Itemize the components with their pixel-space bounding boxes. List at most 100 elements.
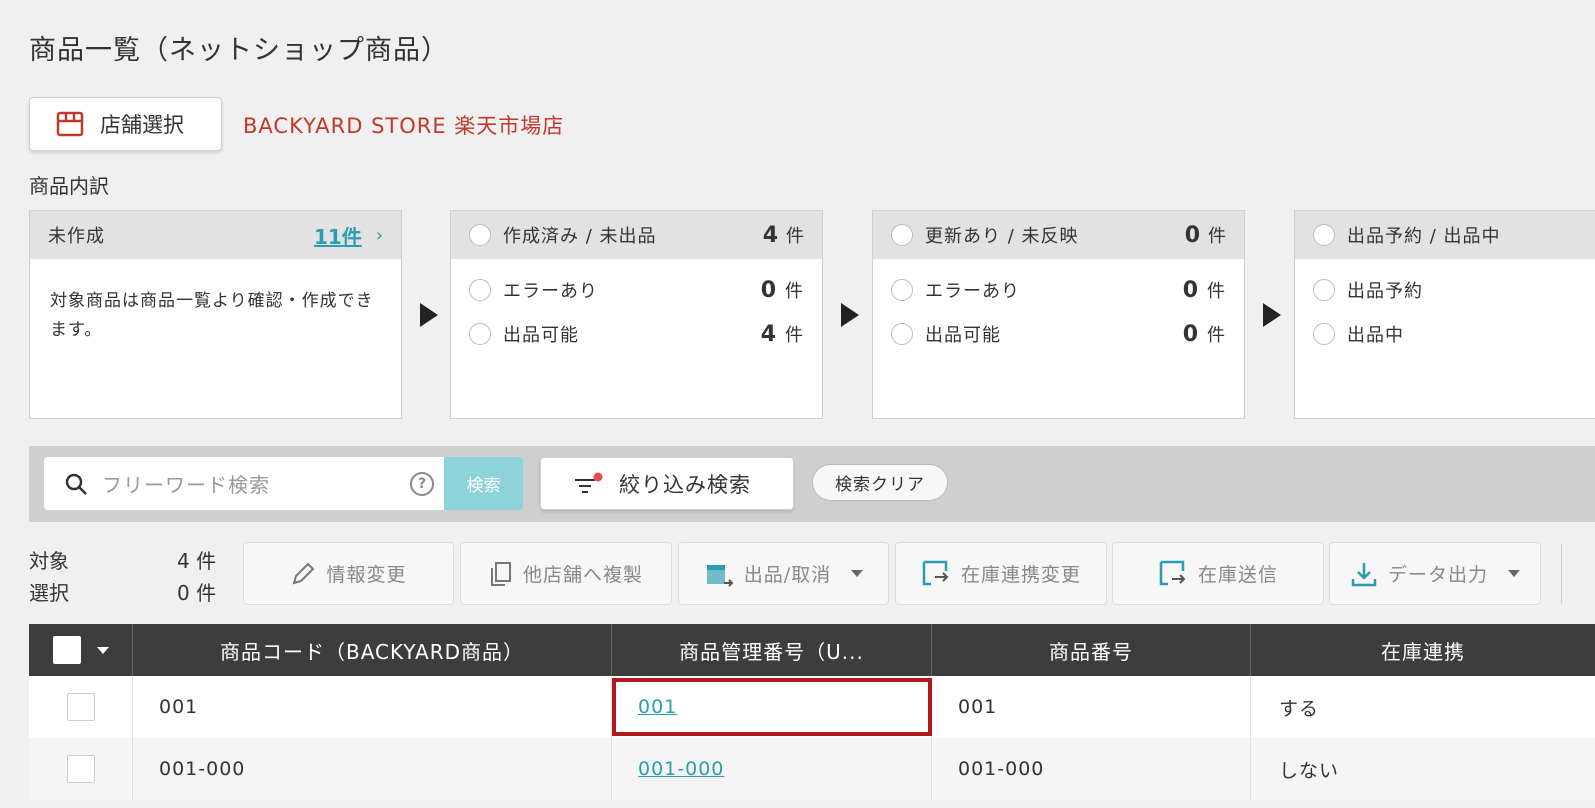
stock-link-cell: しない	[1279, 759, 1340, 782]
search-placeholder: フリーワード検索	[102, 473, 270, 497]
target-label: 対象	[29, 549, 69, 573]
row-label: 出品可能	[925, 325, 1001, 346]
card-count: 4	[762, 222, 778, 248]
product-number-cell: 001	[932, 676, 1251, 738]
store-select-label: 店舗選択	[100, 113, 184, 137]
row-checkbox-cell	[29, 738, 133, 800]
card-row-listed[interactable]: 出品中	[1295, 321, 1595, 347]
flow-arrow-icon	[1263, 303, 1281, 327]
filter-search-label: 絞り込み検索	[619, 472, 751, 497]
card-updated-unreflected: 更新あり / 未反映 0 件 エラーあり 0 件 出品可能 0 件	[872, 210, 1245, 419]
publish-cancel-button[interactable]: 出品/取消	[678, 542, 889, 605]
copy-to-store-button[interactable]: 他店舗へ複製	[460, 542, 672, 605]
row-radio[interactable]	[891, 323, 913, 345]
edit-info-button[interactable]: 情報変更	[243, 542, 454, 605]
row-checkbox[interactable]	[66, 693, 95, 721]
not-created-count-link[interactable]: 11件	[314, 221, 362, 250]
stock-send-label: 在庫送信	[1197, 564, 1278, 586]
card-row-error[interactable]: エラーあり 0 件	[873, 277, 1244, 303]
row-unit: 件	[785, 281, 804, 302]
store-select-button[interactable]: 店舗選択	[29, 97, 222, 151]
search-input[interactable]: フリーワード検索 ?	[44, 457, 444, 510]
caret-down-icon[interactable]	[96, 646, 109, 654]
card-count: 0	[1184, 222, 1200, 248]
row-checkbox-cell	[29, 676, 133, 738]
help-icon[interactable]: ?	[410, 471, 434, 496]
data-export-label: データ出力	[1387, 564, 1488, 586]
row-count: 0	[1182, 321, 1199, 347]
search-icon	[65, 473, 87, 495]
product-code-cell: 001-000	[133, 738, 612, 800]
chevron-down-icon	[1508, 570, 1520, 577]
breakdown-label: 商品内訳	[29, 174, 109, 198]
column-header-manage-number[interactable]: 商品管理番号（U...	[612, 624, 932, 676]
row-radio[interactable]	[469, 279, 491, 301]
card-updated-header[interactable]: 更新あり / 未反映 0 件	[873, 211, 1244, 259]
card-row-error[interactable]: エラーあり 0 件	[451, 277, 822, 303]
row-label: エラーあり	[925, 281, 1020, 302]
product-code-cell: 001	[133, 676, 612, 738]
row-count: 0	[760, 277, 777, 303]
row-radio[interactable]	[1313, 323, 1335, 345]
store-name: BACKYARD STORE 楽天市場店	[243, 114, 565, 138]
search-button[interactable]: 検索	[444, 457, 523, 510]
stock-link-change-button[interactable]: 在庫連携変更	[895, 542, 1107, 605]
card-reserved-header[interactable]: 出品予約 / 出品中	[1295, 211, 1595, 259]
card-created-unlisted-header[interactable]: 作成済み / 未出品 4 件	[451, 211, 822, 259]
column-header-product-code[interactable]: 商品コード（BACKYARD商品）	[133, 624, 612, 676]
download-icon	[1351, 562, 1377, 586]
row-radio[interactable]	[1313, 279, 1335, 301]
row-unit: 件	[1207, 281, 1226, 302]
chevron-right-icon[interactable]: ›	[376, 225, 383, 246]
card-not-created-header: 未作成 11件 ›	[30, 211, 401, 259]
card-title: 作成済み / 未出品	[503, 226, 657, 247]
card-unit: 件	[1208, 226, 1226, 247]
highlight-box	[612, 678, 932, 736]
card-title: 未作成	[48, 226, 105, 247]
stock-send-icon	[1159, 560, 1186, 585]
toolbar-divider	[1561, 544, 1562, 604]
card-row-reserved[interactable]: 出品予約	[1295, 277, 1595, 303]
flow-arrow-icon	[420, 303, 438, 327]
stock-send-button[interactable]: 在庫送信	[1112, 542, 1324, 605]
row-label: エラーあり	[503, 281, 598, 302]
table-row[interactable]: 001-000 001-000 001-000 しない	[29, 738, 1595, 800]
gift-icon	[706, 564, 734, 587]
column-header-product-number[interactable]: 商品番号	[932, 624, 1251, 676]
manage-number-link[interactable]: 001-000	[638, 758, 724, 780]
card-not-created: 未作成 11件 › 対象商品は商品一覧より確認・作成できます。	[29, 210, 402, 419]
column-header-stock-link[interactable]: 在庫連携	[1251, 624, 1595, 676]
product-number-cell: 001-000	[932, 738, 1251, 800]
card-title: 出品予約 / 出品中	[1347, 226, 1501, 247]
copy-icon	[490, 561, 511, 586]
filter-search-button[interactable]: 絞り込み検索	[540, 457, 794, 510]
select-all-checkbox[interactable]	[52, 636, 81, 664]
filter-icon	[575, 472, 603, 493]
row-radio[interactable]	[469, 323, 491, 345]
card-description: 対象商品は商品一覧より確認・作成できます。	[50, 291, 374, 340]
card-row-listable[interactable]: 出品可能 0 件	[873, 321, 1244, 347]
card-title: 更新あり / 未反映	[925, 226, 1079, 247]
card-row-listable[interactable]: 出品可能 4 件	[451, 321, 822, 347]
store-icon	[56, 111, 84, 137]
search-clear-button[interactable]: 検索クリア	[812, 464, 948, 501]
manage-number-cell: 001-000	[612, 738, 932, 800]
stock-link-change-label: 在庫連携変更	[960, 564, 1081, 586]
flow-arrow-icon	[841, 303, 859, 327]
select-all-header[interactable]	[29, 624, 133, 676]
row-label: 出品可能	[503, 325, 579, 346]
row-radio[interactable]	[891, 279, 913, 301]
card-unit: 件	[786, 226, 804, 247]
row-checkbox[interactable]	[66, 755, 95, 783]
row-count: 0	[1182, 277, 1199, 303]
card-radio[interactable]	[469, 224, 491, 246]
card-radio[interactable]	[891, 224, 913, 246]
chevron-down-icon	[851, 570, 864, 577]
row-unit: 件	[1207, 325, 1226, 346]
card-radio[interactable]	[1313, 224, 1335, 246]
selected-label: 選択	[29, 581, 69, 605]
target-count: 4 件	[177, 549, 217, 573]
stock-sync-icon	[922, 560, 949, 585]
data-export-button[interactable]: データ出力	[1329, 542, 1541, 605]
publish-cancel-label: 出品/取消	[743, 564, 832, 586]
